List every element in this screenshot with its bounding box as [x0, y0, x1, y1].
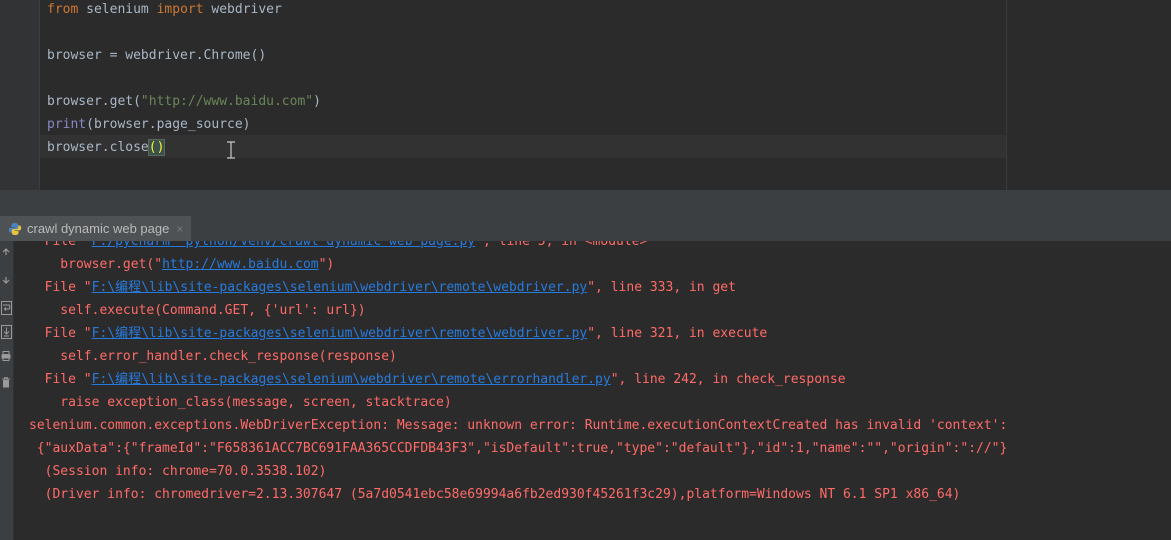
console-line: browser.get("http://www.baidu.com") — [29, 253, 334, 276]
code-text: browser.close — [47, 140, 149, 155]
console-line: {"auxData":{"frameId":"F658361ACC7BC691F… — [29, 441, 1008, 456]
down-arrow-icon[interactable] — [0, 275, 12, 289]
url-link[interactable]: http://www.baidu.com — [162, 257, 319, 272]
console-line: File "F:/pycharm python/venv/crawl dynam… — [29, 241, 648, 253]
code-text: selenium — [78, 2, 157, 17]
console-line: File "F:\编程\lib\site-packages\selenium\w… — [29, 276, 736, 299]
string-literal: "http://www.baidu.com" — [140, 94, 314, 109]
console-text: ") — [318, 257, 335, 272]
current-line-highlight — [40, 135, 1006, 158]
code-line-3[interactable]: browser = webdriver.Chrome() — [47, 44, 266, 67]
file-link[interactable]: F:\编程\lib\site-packages\selenium\webdriv… — [92, 326, 588, 341]
code-line-1[interactable]: from selenium import webdriver — [47, 0, 282, 21]
driver-info: (Driver info: chromedriver=2.13.307647 (… — [29, 487, 961, 502]
panel-splitter[interactable] — [0, 190, 1171, 216]
editor-gutter — [0, 0, 40, 190]
console-line: self.error_handler.check_response(respon… — [29, 349, 397, 364]
keyword: import — [156, 2, 204, 17]
console-text: File " — [29, 241, 92, 249]
file-link[interactable]: F:\编程\lib\site-packages\selenium\webdriv… — [92, 372, 611, 387]
scroll-to-end-icon[interactable] — [0, 325, 12, 339]
console-line: raise exception_class(message, screen, s… — [29, 395, 452, 410]
run-console[interactable]: File "F:/pycharm python/venv/crawl dynam… — [0, 241, 1171, 540]
file-link[interactable]: F:/pycharm python/venv/crawl dynamic web… — [92, 241, 476, 249]
console-toolbar — [0, 241, 14, 540]
code-text: browser = webdriver.Chrome() — [47, 48, 267, 63]
code-text: ) — [313, 94, 321, 109]
console-line: File "F:\编程\lib\site-packages\selenium\w… — [29, 322, 768, 345]
run-tab[interactable]: crawl dynamic web page × — [0, 216, 192, 241]
error-message: selenium.common.exceptions.WebDriverExce… — [29, 418, 1008, 433]
python-icon — [8, 222, 22, 235]
console-text: ", line 333, in get — [587, 280, 736, 295]
console-line: self.execute(Command.GET, {'url': url}) — [29, 303, 366, 318]
console-text: ", line 321, in execute — [587, 326, 768, 341]
console-text: ", line 242, in check_response — [610, 372, 846, 387]
code-text: (browser.page_source) — [86, 117, 251, 132]
console-text: File " — [29, 280, 92, 295]
console-text: File " — [29, 326, 92, 341]
code-text: browser.get( — [47, 94, 141, 109]
run-tab-bar: crawl dynamic web page × — [0, 216, 1171, 242]
file-link[interactable]: F:\编程\lib\site-packages\selenium\webdriv… — [92, 280, 588, 295]
session-info: (Session info: chrome=70.0.3538.102) — [29, 464, 327, 479]
builtin-function: print — [47, 117, 87, 132]
code-line-6[interactable]: print(browser.page_source) — [47, 113, 251, 136]
soft-wrap-icon[interactable] — [0, 301, 12, 315]
print-icon[interactable] — [0, 351, 12, 365]
right-margin-guide — [1006, 0, 1007, 190]
keyword: from — [47, 2, 79, 17]
code-text: webdriver — [203, 2, 282, 17]
text-cursor-icon — [227, 141, 235, 159]
close-icon[interactable]: × — [176, 222, 183, 236]
code-line-5[interactable]: browser.get("http://www.baidu.com") — [47, 90, 321, 113]
up-arrow-icon[interactable] — [0, 247, 12, 261]
code-line-7[interactable]: browser.close() — [47, 136, 166, 159]
code-editor[interactable]: from selenium import webdriver browser =… — [0, 0, 1171, 190]
console-text: browser.get(" — [29, 257, 163, 272]
matched-brace: () — [147, 139, 166, 156]
console-line: File "F:\编程\lib\site-packages\selenium\w… — [29, 368, 846, 391]
console-text: File " — [29, 372, 92, 387]
run-tab-label: crawl dynamic web page — [27, 221, 170, 236]
console-text: ", line 5, in <module> — [475, 241, 648, 249]
trash-icon[interactable] — [0, 377, 12, 391]
